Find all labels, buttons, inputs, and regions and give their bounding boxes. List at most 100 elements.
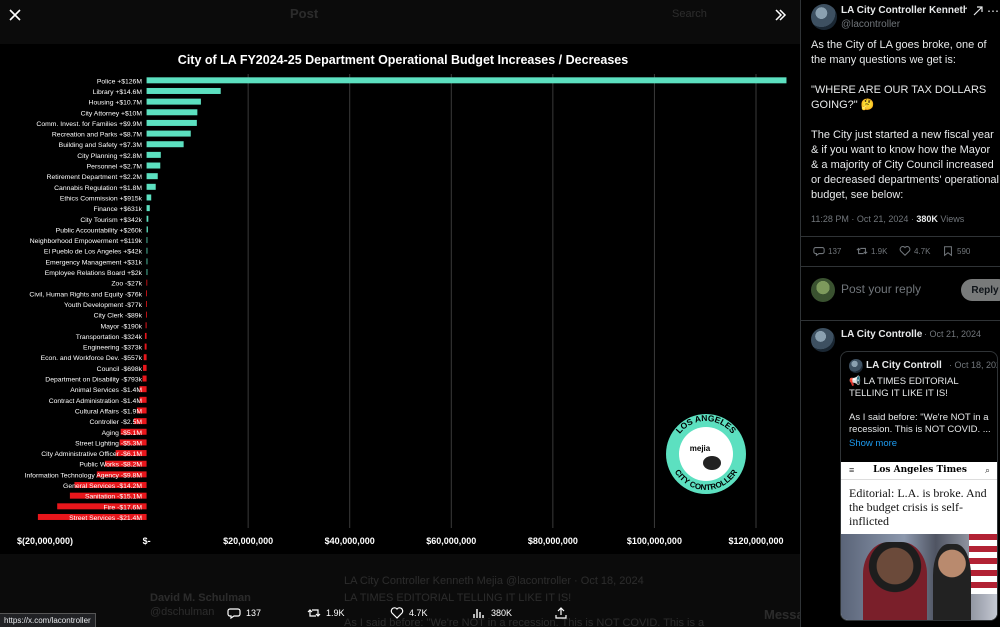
x-tick-label: $80,000,000 <box>528 536 578 546</box>
article-preview[interactable]: ≡ Los Angeles Times ⌕ Editorial: L.A. is… <box>841 462 997 620</box>
category-label: City Attorney +$10M <box>81 110 143 117</box>
grok-icon[interactable] <box>973 6 983 19</box>
media-viewer: Post Search David M. Schulman @dschulman… <box>0 0 800 627</box>
bar <box>146 151 161 158</box>
category-label: Neighborhood Empowerment +$119k <box>30 238 143 245</box>
reply-count: 137 <box>828 246 842 256</box>
avatar <box>849 359 863 373</box>
x-tick-label: $- <box>143 536 151 546</box>
bar <box>146 290 147 297</box>
reply-composer: Reply <box>811 278 1000 304</box>
like-stat[interactable]: 4.7K <box>899 245 930 257</box>
person-image <box>933 544 971 620</box>
person-image <box>863 542 927 620</box>
tweet-paragraph: "WHERE ARE OUR TAX DOLLARS GOING?" 🤔 <box>811 84 987 111</box>
bar <box>146 237 148 244</box>
share-action[interactable] <box>554 606 568 620</box>
bar <box>143 354 147 361</box>
repost-stat[interactable]: 1.9K <box>856 245 887 257</box>
bar <box>146 98 201 105</box>
article-photo <box>841 534 997 620</box>
bar <box>146 311 147 318</box>
category-label: El Pueblo de Los Angeles +$42k <box>44 249 143 256</box>
reply-input[interactable] <box>841 282 945 296</box>
category-label: Department on Disability -$793k <box>45 377 142 384</box>
bar <box>146 77 787 84</box>
category-label: City Planning +$2.8M <box>77 153 142 160</box>
like-action[interactable]: 4.7K <box>390 606 428 620</box>
category-label: Controller -$2.5M <box>89 419 142 426</box>
reply-author-name[interactable]: LA City Controlle <box>841 329 922 340</box>
more-icon[interactable]: ⋯ <box>987 4 999 18</box>
close-icon <box>9 9 21 21</box>
category-label: Zoo -$27k <box>111 281 142 288</box>
budget-chart-image[interactable]: City of LA FY2024-25 Department Operatio… <box>0 44 800 554</box>
share-icon <box>555 607 567 619</box>
tweet-text: As the City of LA goes broke, one of the… <box>811 38 999 218</box>
category-label: Ethics Commission +$915k <box>60 195 143 202</box>
x-tick-label: $60,000,000 <box>426 536 476 546</box>
views-action[interactable]: 380K <box>472 606 512 620</box>
ghost-search: Search <box>672 8 707 20</box>
avatar[interactable] <box>811 4 837 30</box>
article-headline: Editorial: L.A. is broke. And the budget… <box>849 486 987 528</box>
ghost-author-name: David M. Schulman <box>150 592 251 604</box>
quoted-post-card[interactable]: LA City Controll · Oct 18, 202 📢 LA TIME… <box>840 351 998 621</box>
category-label: Emergency Management +$31k <box>45 259 142 266</box>
bar <box>142 375 147 382</box>
chart-title: City of LA FY2024-25 Department Operatio… <box>178 53 628 67</box>
x-tick-label: $100,000,000 <box>627 536 682 546</box>
logo-dog-icon <box>703 456 721 470</box>
category-label: Recreation and Parks +$8.7M <box>52 132 142 139</box>
category-label: Information Technology Agency -$9.8M <box>25 472 143 479</box>
reply-stat[interactable]: 137 <box>813 245 841 257</box>
bar <box>144 343 147 350</box>
repost-action[interactable]: 1.9K <box>307 606 345 620</box>
tweet-stats: 137 1.9K 4.7K 590 <box>811 245 999 259</box>
like-count: 4.7K <box>409 608 428 618</box>
reply-icon <box>813 247 825 257</box>
category-label: General Services -$14.2M <box>63 483 142 490</box>
author-handle[interactable]: @lacontroller <box>841 19 900 30</box>
bar <box>146 247 148 254</box>
heart-icon <box>899 246 911 257</box>
reply-button[interactable]: Reply <box>961 279 1000 301</box>
divider <box>801 266 1000 267</box>
bookmark-stat[interactable]: 590 <box>942 245 970 257</box>
bar <box>144 332 147 339</box>
close-button[interactable] <box>4 4 26 26</box>
category-label: Aging -$5.1M <box>102 430 143 437</box>
repost-icon <box>856 247 868 255</box>
category-label: Retirement Department +$2.2M <box>47 174 143 181</box>
tweet-meta: 11:28 PM · Oct 21, 2024 · 380K Views <box>811 214 964 224</box>
author-name[interactable]: LA City Controller Kenneth Mejia <box>841 5 967 16</box>
reply-date[interactable]: · Oct 21, 2024 <box>924 329 981 339</box>
tweet-header: LA City Controller Kenneth Mejia @lacont… <box>811 4 999 34</box>
tweet-paragraph: As the City of LA goes broke, one of the… <box>811 39 987 66</box>
x-tick-label: $(20,000,000) <box>17 536 73 546</box>
bar <box>146 269 148 276</box>
quoted-date: · Oct 18, 202 <box>949 360 998 370</box>
reply-action[interactable]: 137 <box>227 606 261 620</box>
bar <box>146 258 148 265</box>
divider <box>801 236 1000 237</box>
bar <box>146 205 150 212</box>
like-count: 4.7K <box>914 246 931 256</box>
views-chart-icon <box>473 609 484 618</box>
category-label: Library +$14.6M <box>93 89 143 96</box>
bar <box>146 279 148 286</box>
x-tick-label: $40,000,000 <box>325 536 375 546</box>
collapse-panel-button[interactable] <box>768 4 792 26</box>
bar <box>146 226 148 233</box>
quoted-paragraph: 📢 LA TIMES EDITORIAL TELLING IT LIKE IT … <box>849 376 959 399</box>
category-label: City Tourism +$342k <box>80 217 142 224</box>
repost-count: 1.9K <box>326 608 345 618</box>
bar <box>146 300 147 307</box>
tweet-time[interactable]: 11:28 PM · Oct 21, 2024 · <box>811 214 916 224</box>
article-header-bar: ≡ Los Angeles Times ⌕ <box>841 462 997 480</box>
quoted-paragraph: As I said before: "We're NOT in a recess… <box>849 412 991 435</box>
category-label: Transportation -$324k <box>76 334 143 341</box>
avatar[interactable] <box>811 328 835 352</box>
show-more-link[interactable]: Show more <box>849 438 897 449</box>
bar <box>146 109 198 116</box>
